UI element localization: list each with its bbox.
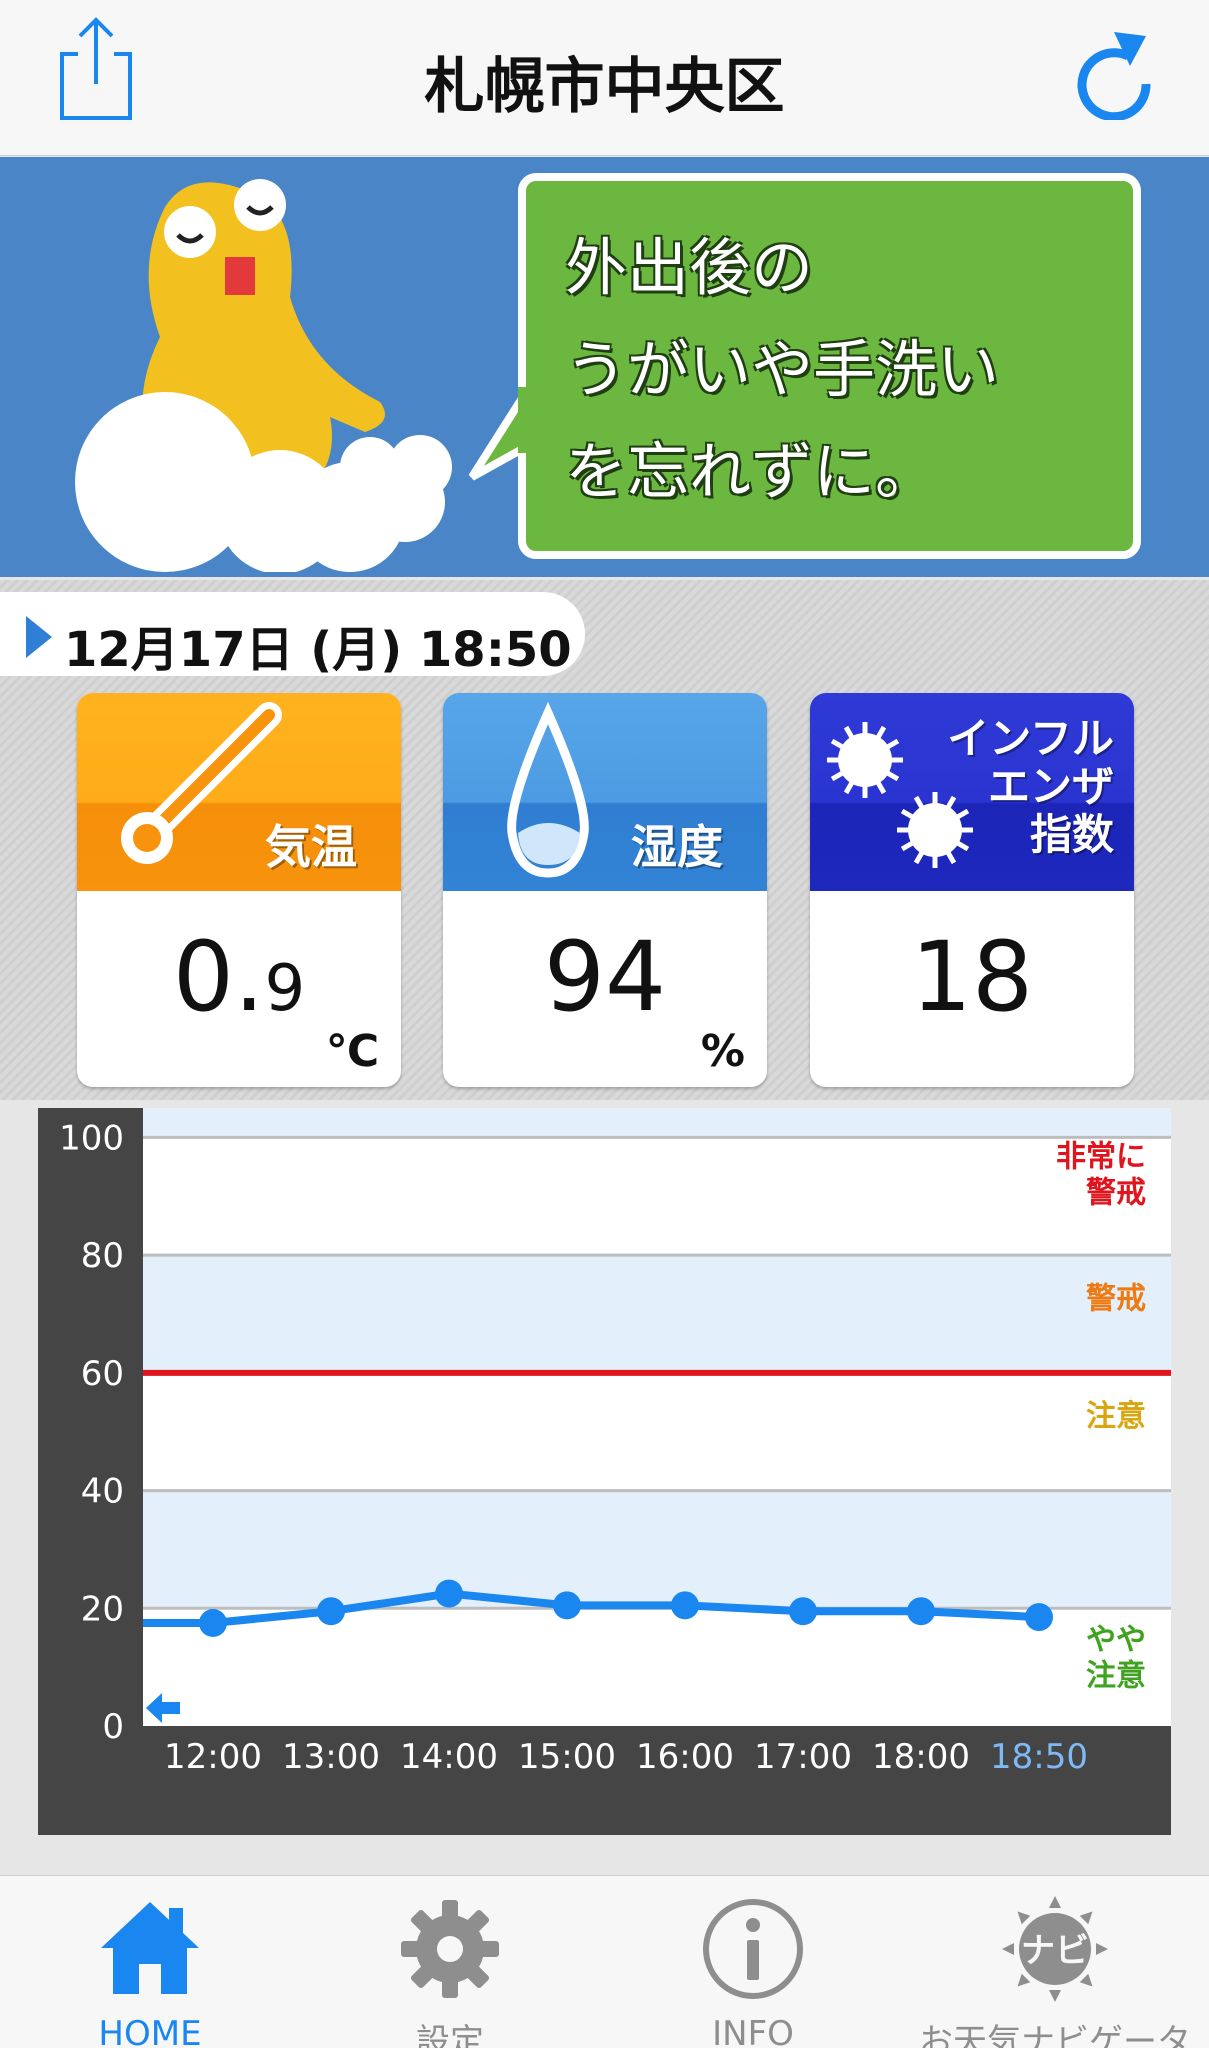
datetime: 12月17日 (月) 18:50: [64, 622, 572, 678]
temperature-card: 気温 0.9 ℃: [77, 693, 401, 1087]
datetime-pill: 12月17日 (月) 18:50: [0, 592, 585, 678]
refresh-icon[interactable]: [1070, 26, 1158, 120]
influenza-label-line-2: エンザ: [987, 762, 1114, 811]
data-point[interactable]: [789, 1597, 817, 1626]
navi-icon: ナビ: [1002, 1896, 1108, 2002]
level-label: 警戒: [1086, 1281, 1146, 1316]
humidity-unit: %: [700, 1026, 745, 1077]
tab-bar: HOME 設定 INFO ナビ お天気ナビゲータ: [0, 1875, 1209, 2048]
data-point[interactable]: [553, 1591, 581, 1620]
x-tick-label: 18:00: [872, 1737, 970, 1777]
level-label: 非常に: [1056, 1140, 1146, 1175]
influenza-chart: 100 80 60 40 20 0 非常に 警戒 警戒 注意 やや 注意 12:00 13:00 14:00…: [38, 1108, 1171, 1835]
advice-line-3: を忘れずに。: [565, 435, 938, 508]
chart-band: [143, 1608, 1171, 1726]
level-label: 注意: [1086, 1399, 1146, 1434]
temperature-card-header: 気温: [77, 693, 401, 891]
svg-text:ナビ: ナビ: [1021, 1931, 1089, 1971]
data-point[interactable]: [317, 1597, 345, 1626]
influenza-card-header: インフル エンザ 指数: [810, 693, 1134, 891]
x-tick-label: 15:00: [518, 1737, 616, 1777]
data-point[interactable]: [199, 1609, 227, 1637]
triangle-icon: [26, 616, 52, 658]
x-tick-label: 17:00: [754, 1737, 852, 1777]
y-tick-label: 60: [81, 1354, 124, 1394]
level-label: 注意: [1086, 1658, 1146, 1693]
y-tick-label: 80: [81, 1236, 124, 1276]
x-tick-label: 12:00: [164, 1737, 262, 1777]
advice-line-1: 外出後の: [565, 231, 814, 304]
info-icon: [703, 1899, 803, 1999]
temperature-label: 気温: [265, 820, 357, 874]
data-point[interactable]: [907, 1597, 935, 1626]
y-tick-label: 100: [59, 1118, 124, 1158]
chart-band: [143, 1108, 1171, 1138]
tab-navigator-label: お天気ナビゲータ: [919, 2022, 1191, 2048]
tab-settings[interactable]: 設定: [300, 1876, 600, 2048]
advice-message: 外出後の うがいや手洗い を忘れずに。: [565, 217, 1125, 523]
y-tick-label: 40: [81, 1472, 124, 1512]
influenza-card: インフル エンザ 指数 18: [810, 693, 1134, 1087]
humidity-value: 94: [543, 921, 667, 1033]
x-tick-label: 14:00: [400, 1737, 498, 1777]
advice-line-2: うがいや手洗い: [565, 333, 1000, 406]
chart-band: [143, 1137, 1171, 1256]
chart-band: [143, 1255, 1171, 1373]
mascot-illustration: [75, 179, 452, 572]
advice-banner: 外出後の うがいや手洗い を忘れずに。: [0, 157, 1209, 577]
chart-band: [143, 1490, 1171, 1609]
navigation-bar: 札幌市中央区: [0, 0, 1209, 156]
temperature-unit: ℃: [325, 1026, 379, 1077]
water-drop-icon: [507, 701, 589, 878]
level-label: 警戒: [1086, 1176, 1146, 1211]
x-tick-label: 16:00: [636, 1737, 734, 1777]
tab-home[interactable]: HOME: [0, 1876, 300, 2048]
humidity-card: 湿度 94 %: [443, 693, 767, 1087]
temperature-value: 0.9: [172, 921, 306, 1033]
y-tick-label: 20: [81, 1589, 124, 1629]
tab-navigator[interactable]: ナビ お天気ナビゲータ: [905, 1876, 1205, 2048]
level-label: やや: [1086, 1622, 1146, 1657]
x-tick-label: 18:50: [990, 1737, 1088, 1777]
gear-icon: [401, 1900, 499, 1998]
data-point[interactable]: [435, 1579, 463, 1608]
x-tick-label: 13:00: [282, 1737, 380, 1777]
influenza-value: 18: [910, 921, 1034, 1033]
chart-svg: 100806040200非常に警戒警戒注意やや注意12:00 13:00 14:00…: [59, 1108, 1171, 1777]
data-point[interactable]: [671, 1591, 699, 1620]
page-title: 札幌市中央区: [424, 52, 785, 122]
humidity-label: 湿度: [631, 820, 723, 874]
y-tick-label: 0: [102, 1707, 124, 1747]
influenza-label-line-1: インフル: [947, 714, 1114, 763]
home-icon: [101, 1902, 199, 1994]
chart-band: [143, 1372, 1171, 1491]
humidity-card-header: 湿度: [443, 693, 767, 891]
tab-info[interactable]: INFO: [603, 1876, 903, 2048]
data-point[interactable]: [1025, 1603, 1053, 1632]
current-conditions: 12月17日 (月) 18:50 気温 0.9 ℃ 湿度 94 % インフル エ…: [0, 580, 1209, 1100]
influenza-label-line-3: 指数: [1029, 810, 1114, 859]
influenza-label: インフル エンザ 指数: [947, 715, 1114, 859]
